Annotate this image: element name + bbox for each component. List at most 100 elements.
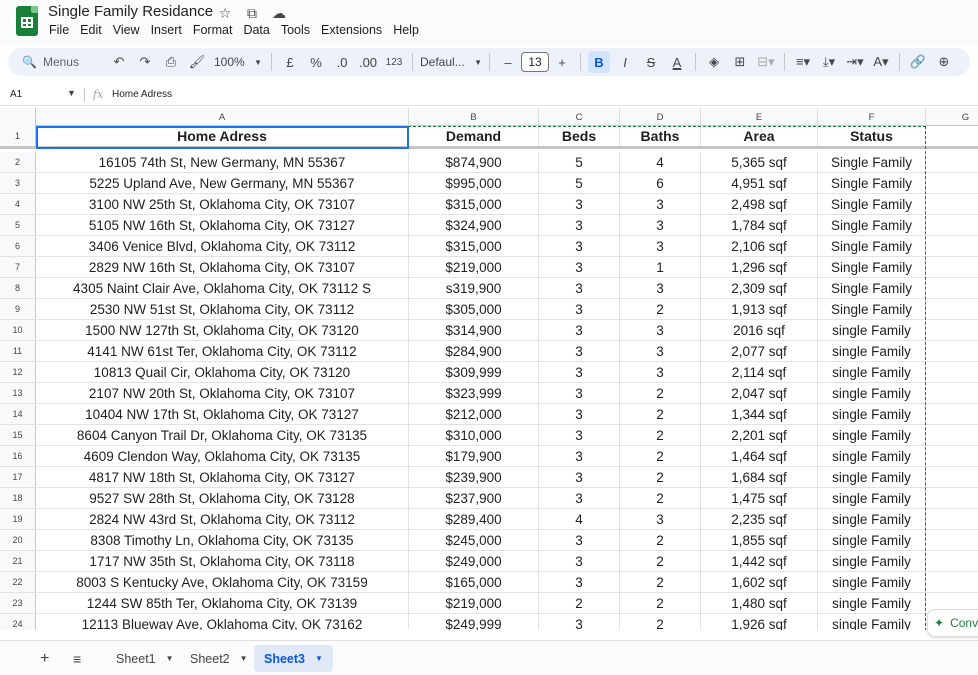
cell-empty[interactable]: [926, 530, 978, 550]
row-header[interactable]: 22: [0, 572, 36, 592]
cell-empty[interactable]: [926, 152, 978, 172]
cell-empty[interactable]: [926, 215, 978, 235]
document-title[interactable]: Single Family Residance: [48, 3, 213, 20]
cell-demand[interactable]: $179,900: [409, 446, 539, 466]
cell-baths[interactable]: 2: [620, 593, 701, 613]
row-header[interactable]: 19: [0, 509, 36, 529]
cell-area[interactable]: 1,913 sqf: [701, 299, 818, 319]
cell-beds[interactable]: 3: [539, 194, 620, 214]
cell-beds[interactable]: 3: [539, 320, 620, 340]
cell-status[interactable]: single Family: [818, 488, 926, 508]
cell-baths[interactable]: 1: [620, 257, 701, 277]
bold-button[interactable]: B: [588, 51, 610, 73]
cell-status[interactable]: Single Family: [818, 173, 926, 193]
cell-area[interactable]: 2,498 sqf: [701, 194, 818, 214]
cell-address[interactable]: 5105 NW 16th St, Oklahoma City, OK 73127: [36, 215, 409, 235]
row-header[interactable]: 15: [0, 425, 36, 445]
cell-status[interactable]: single Family: [818, 614, 926, 630]
borders-icon[interactable]: ⊞: [729, 51, 751, 73]
cell-status[interactable]: Single Family: [818, 299, 926, 319]
zoom-select[interactable]: 100% ▼: [212, 51, 264, 73]
cell-address[interactable]: 5225 Upland Ave, New Germany, MN 55367: [36, 173, 409, 193]
cell-status[interactable]: single Family: [818, 572, 926, 592]
cell-area[interactable]: 1,684 sqf: [701, 467, 818, 487]
cell-area[interactable]: 5,365 sqf: [701, 152, 818, 172]
cell-baths[interactable]: 3: [620, 341, 701, 361]
cell-baths[interactable]: 6: [620, 173, 701, 193]
text-color-button[interactable]: A: [666, 51, 688, 73]
cell-demand[interactable]: s319,900: [409, 278, 539, 298]
cell-area[interactable]: 1,296 sqf: [701, 257, 818, 277]
cell-baths[interactable]: 2: [620, 383, 701, 403]
cell-demand[interactable]: $309,999: [409, 362, 539, 382]
cell-address[interactable]: 10404 NW 17th St, Oklahoma City, OK 7312…: [36, 404, 409, 424]
cell-empty[interactable]: [926, 551, 978, 571]
italic-button[interactable]: I: [614, 51, 636, 73]
select-all-corner[interactable]: [0, 108, 36, 126]
cell-beds[interactable]: 3: [539, 467, 620, 487]
insert-link-icon[interactable]: 🔗: [907, 51, 929, 73]
currency-format-button[interactable]: £: [279, 51, 301, 73]
cell-demand[interactable]: $239,900: [409, 467, 539, 487]
menu-extensions[interactable]: Extensions: [321, 23, 382, 37]
cell-empty[interactable]: [926, 488, 978, 508]
cell-empty[interactable]: [926, 299, 978, 319]
tab-sheet3[interactable]: Sheet3 ▼: [254, 645, 333, 672]
cell-area[interactable]: 2,114 sqf: [701, 362, 818, 382]
row-header[interactable]: 21: [0, 551, 36, 571]
cell-beds[interactable]: 3: [539, 299, 620, 319]
column-header-d[interactable]: D: [620, 108, 701, 126]
font-family-select[interactable]: Defaul... ▼: [420, 51, 482, 73]
cell-area[interactable]: 2,106 sqf: [701, 236, 818, 256]
row-header[interactable]: 24: [0, 614, 36, 630]
cell-demand[interactable]: $249,000: [409, 551, 539, 571]
cell-demand[interactable]: $995,000: [409, 173, 539, 193]
increase-font-size-button[interactable]: +: [551, 51, 573, 73]
formula-input[interactable]: Home Adress: [112, 89, 172, 100]
menu-help[interactable]: Help: [393, 23, 419, 37]
cell-empty[interactable]: [926, 383, 978, 403]
cell-beds[interactable]: 4: [539, 509, 620, 529]
add-sheet-icon[interactable]: +: [40, 650, 49, 668]
cell-status[interactable]: single Family: [818, 446, 926, 466]
row-header[interactable]: 1: [0, 126, 36, 146]
cell-empty[interactable]: [926, 173, 978, 193]
cell-baths[interactable]: 2: [620, 614, 701, 630]
cell-demand[interactable]: $310,000: [409, 425, 539, 445]
cell-address[interactable]: 4609 Clendon Way, Oklahoma City, OK 7313…: [36, 446, 409, 466]
row-header[interactable]: 13: [0, 383, 36, 403]
cell-baths[interactable]: 2: [620, 572, 701, 592]
header-cell-area[interactable]: Area: [701, 126, 818, 146]
menu-insert[interactable]: Insert: [151, 23, 182, 37]
merge-cells-icon[interactable]: ⊟▾: [755, 51, 777, 73]
row-header[interactable]: 10: [0, 320, 36, 340]
cell-baths[interactable]: 2: [620, 467, 701, 487]
cell-area[interactable]: 2,047 sqf: [701, 383, 818, 403]
row-header[interactable]: 16: [0, 446, 36, 466]
cell-area[interactable]: 1,926 sqf: [701, 614, 818, 630]
number-format-button[interactable]: 123: [383, 51, 405, 73]
cell-demand[interactable]: $874,900: [409, 152, 539, 172]
cell-demand[interactable]: $245,000: [409, 530, 539, 550]
decrease-decimal-button[interactable]: .0: [331, 51, 353, 73]
cell-baths[interactable]: 2: [620, 551, 701, 571]
text-rotation-icon[interactable]: A▾: [870, 51, 892, 73]
cell-demand[interactable]: $219,000: [409, 593, 539, 613]
row-header[interactable]: 18: [0, 488, 36, 508]
row-header[interactable]: 20: [0, 530, 36, 550]
print-icon[interactable]: ⎙: [160, 51, 182, 73]
cell-baths[interactable]: 3: [620, 362, 701, 382]
decrease-font-size-button[interactable]: –: [497, 51, 519, 73]
cell-baths[interactable]: 2: [620, 425, 701, 445]
cell-empty[interactable]: [926, 320, 978, 340]
column-header-a[interactable]: A: [36, 108, 409, 126]
cell-empty[interactable]: [926, 257, 978, 277]
cell-area[interactable]: 2,309 sqf: [701, 278, 818, 298]
cell-beds[interactable]: 3: [539, 572, 620, 592]
insert-comment-icon[interactable]: ⊕: [933, 51, 955, 73]
cell-beds[interactable]: 5: [539, 152, 620, 172]
cell-status[interactable]: single Family: [818, 341, 926, 361]
cell-address[interactable]: 4305 Naint Clair Ave, Oklahoma City, OK …: [36, 278, 409, 298]
paint-format-icon[interactable]: 🖌: [186, 51, 208, 73]
cell-status[interactable]: single Family: [818, 320, 926, 340]
